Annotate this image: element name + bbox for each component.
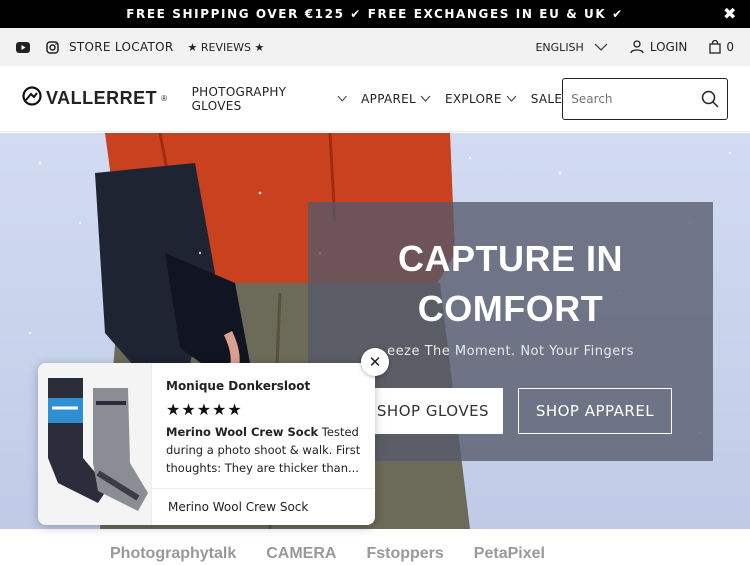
utility-bar: STORE LOCATOR ★ REVIEWS ★ ENGLISH LOGIN …: [0, 28, 750, 66]
cart-link[interactable]: 0: [709, 40, 734, 54]
logo-text: VALLERRET: [46, 88, 158, 108]
login-link[interactable]: LOGIN: [630, 40, 688, 54]
primary-nav: PHOTOGRAPHY GLOVES APPAREL EXPLORE SALE: [192, 85, 563, 113]
cart-count: 0: [726, 40, 734, 54]
shopping-bag-icon: [709, 40, 722, 54]
review-product-bold: Merino Wool Crew Sock: [166, 425, 319, 439]
search-box: [562, 77, 728, 120]
review-text: Merino Wool Crew Sock Tested during a ph…: [166, 423, 361, 495]
press-logos: Photographytalk CAMERA Fstoppers PetaPix…: [0, 545, 750, 565]
nav-label: EXPLORE: [445, 91, 502, 106]
shop-apparel-button[interactable]: SHOP APPAREL: [518, 388, 672, 434]
nav-label: SALE: [530, 91, 563, 106]
site-logo[interactable]: VALLERRET ®: [22, 86, 168, 111]
language-selector[interactable]: ENGLISH: [535, 40, 608, 54]
press-logo-fstoppers: Fstoppers: [366, 545, 444, 562]
hero-title-line-1: CAPTURE IN: [397, 238, 623, 279]
chevron-down-icon: [506, 95, 517, 102]
nav-item-apparel[interactable]: APPAREL: [361, 92, 431, 106]
nav-label: PHOTOGRAPHY GLOVES: [191, 84, 287, 113]
review-product-link[interactable]: Merino Wool Crew Sock: [152, 488, 375, 525]
main-header: VALLERRET ® PHOTOGRAPHY GLOVES APPAREL E…: [0, 66, 750, 132]
review-body: Monique Donkersloot ★★★★★ Merino Wool Cr…: [151, 363, 375, 525]
store-locator-link[interactable]: STORE LOCATOR: [69, 40, 174, 54]
reviewer-name: Monique Donkersloot: [166, 379, 311, 393]
search-icon[interactable]: [701, 90, 719, 108]
login-label: LOGIN: [649, 40, 688, 54]
product-image: [38, 363, 151, 525]
press-logo-petapixel: PetaPixel: [473, 545, 545, 562]
announcement-close-icon[interactable]: ✖: [723, 4, 738, 23]
press-logo-photographytalk: Photographytalk: [110, 545, 237, 562]
nav-item-sale[interactable]: SALE: [531, 92, 563, 106]
shop-gloves-button[interactable]: SHOP GLOVES: [363, 388, 503, 434]
nav-label: APPAREL: [361, 91, 416, 106]
press-logo-camera: CAMERA: [266, 545, 337, 562]
language-label: ENGLISH: [535, 40, 584, 54]
youtube-icon[interactable]: [16, 41, 30, 53]
close-icon[interactable]: ✕: [361, 348, 389, 376]
logo-registered-mark: ®: [161, 94, 168, 103]
logo-mountain-icon: [22, 86, 42, 111]
search-input[interactable]: [571, 91, 692, 106]
nav-item-photography-gloves[interactable]: PHOTOGRAPHY GLOVES: [192, 85, 348, 113]
reviews-link[interactable]: ★ REVIEWS ★: [188, 41, 265, 54]
chevron-down-icon: [420, 95, 431, 102]
announcement-text: FREE SHIPPING OVER €125 ✔ FREE EXCHANGES…: [126, 7, 624, 21]
hero-title-line-2: COMFORT: [417, 288, 604, 329]
nav-item-explore[interactable]: EXPLORE: [445, 92, 517, 106]
announcement-bar: FREE SHIPPING OVER €125 ✔ FREE EXCHANGES…: [0, 0, 750, 28]
chevron-down-icon: [594, 43, 608, 52]
hero-title: CAPTURE IN COMFORT: [308, 234, 713, 334]
instagram-icon[interactable]: [46, 40, 59, 54]
chevron-down-icon: [337, 95, 347, 102]
rating-stars: ★★★★★: [166, 400, 243, 419]
review-popup[interactable]: Monique Donkersloot ★★★★★ Merino Wool Cr…: [38, 363, 375, 525]
user-icon: [630, 40, 644, 54]
